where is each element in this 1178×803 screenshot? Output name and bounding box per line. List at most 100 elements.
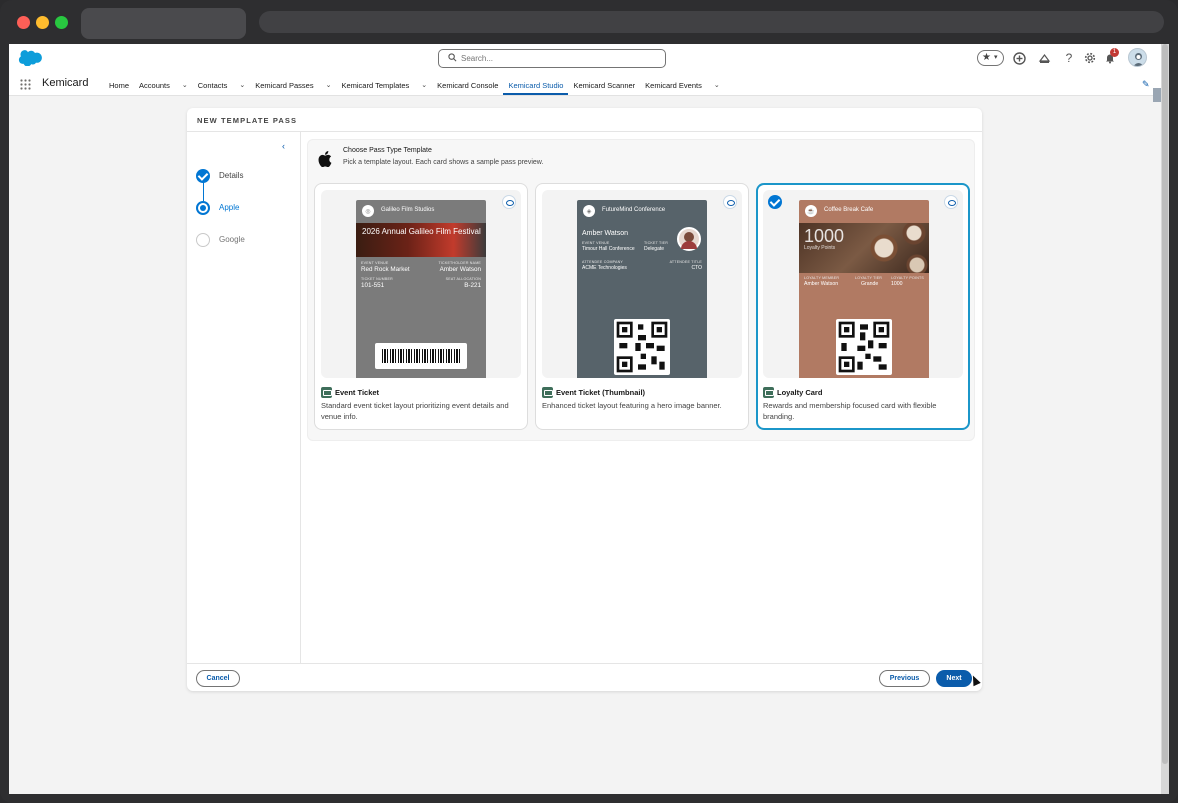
maximize-window-button[interactable] [55, 16, 68, 29]
field-value: Grande [861, 281, 879, 287]
field-value: Amber Watson [804, 281, 839, 287]
qr-code-icon [836, 319, 892, 375]
nav-item-kemicard-studio[interactable]: Kemicard Studio [503, 75, 569, 95]
field-value: Amber Watson [439, 266, 481, 273]
step-google[interactable]: Google [219, 235, 245, 244]
field-label: EVENT VENUE [361, 261, 389, 265]
notification-badge: 1 [1110, 48, 1119, 57]
field-value: Delegate [644, 246, 665, 252]
hero-text: 2026 Annual Galileo Film Festival [362, 227, 481, 236]
nav-item-home[interactable]: Home [104, 75, 134, 95]
chevron-down-icon[interactable]: ⌄ [182, 81, 188, 89]
card-name: Event Ticket (Thumbnail) [556, 388, 646, 397]
nav-item-kemicard-events[interactable]: Kemicard Events ⌄ [640, 75, 725, 95]
search-input[interactable] [461, 52, 651, 65]
nav-item-kemicard-templates[interactable]: Kemicard Templates ⌄ [336, 75, 432, 95]
sample-pass: ◎ Galileo Film Studios 2026 Annual Galil… [356, 200, 486, 378]
card-title: Loyalty Card [763, 387, 822, 398]
field-label: ATTENDEE COMPANY [582, 260, 624, 264]
attendee-photo [677, 227, 701, 251]
pass-org: Coffee Break Cafe [824, 207, 874, 213]
browser-tab[interactable] [81, 8, 246, 39]
field-value: B-221 [464, 282, 481, 289]
cafe-cup-icon: ☕ [805, 205, 817, 217]
pass-preview: ☕ Coffee Break Cafe 1000 Loyalty Points … [763, 190, 963, 378]
step-apple[interactable]: Apple [219, 203, 239, 212]
nav-label: Contacts [197, 80, 228, 90]
field-value: 1000 [891, 281, 903, 287]
favorites-button[interactable]: ★ ▾ [977, 50, 1004, 66]
add-icon[interactable] [1011, 50, 1027, 66]
card-description: Standard event ticket layout prioritizin… [321, 401, 509, 421]
field-label: LOYALTY POINTS [891, 276, 924, 280]
field-label: TICKETHOLDER NAME [438, 261, 481, 265]
nav-label: Kemicard Console [437, 80, 499, 90]
browser-titlebar [0, 0, 1178, 44]
chevron-down-icon[interactable]: ⌄ [421, 81, 427, 89]
qr-code-icon [614, 319, 670, 375]
step-details[interactable]: Details [219, 171, 243, 180]
address-bar[interactable] [259, 11, 1164, 33]
minimize-window-button[interactable] [36, 16, 49, 29]
app-launcher-icon[interactable] [20, 79, 31, 90]
previous-button[interactable]: Previous [879, 670, 930, 687]
nav-label: Kemicard Studio [508, 80, 564, 90]
step-complete-check-icon [196, 169, 210, 183]
barcode-icon [375, 343, 467, 369]
nav-item-accounts[interactable]: Accounts ⌄ [134, 75, 193, 95]
utility-tab[interactable] [1153, 88, 1161, 102]
progress-steps: ‹ Details Apple Google [187, 132, 301, 663]
nav-label: Accounts [139, 80, 170, 90]
pass-preview: ◎ Galileo Film Studios 2026 Annual Galil… [321, 190, 521, 378]
new-template-pass-modal: NEW TEMPLATE PASS ‹ Details Apple Google… [187, 108, 982, 691]
holder-name: Amber Watson [582, 230, 629, 237]
preview-eye-icon[interactable] [723, 195, 737, 209]
trailhead-icon[interactable] [1036, 50, 1052, 66]
preview-eye-icon[interactable] [502, 195, 516, 209]
browser-window: ★ ▾ ? 1 [0, 0, 1178, 803]
edit-nav-icon[interactable]: ✎ [1142, 79, 1150, 90]
field-label: EVENT VENUE [582, 241, 610, 245]
chevron-down-icon[interactable]: ⌄ [714, 81, 720, 89]
card-title: Event Ticket [321, 387, 379, 398]
field-label: SEAT ALLOCATION [445, 277, 481, 281]
next-button[interactable]: Next [936, 670, 972, 687]
nav-label: Kemicard Events [645, 80, 702, 90]
cancel-button[interactable]: Cancel [196, 670, 240, 687]
nav-item-contacts[interactable]: Contacts ⌄ [193, 75, 250, 95]
field-label: ATTENDEE TITLE [669, 260, 702, 264]
avatar[interactable] [1128, 48, 1147, 67]
salesforce-logo-icon[interactable] [18, 50, 42, 66]
nav-item-kemicard-passes[interactable]: Kemicard Passes ⌄ [250, 75, 336, 95]
points-value: 1000 [804, 226, 845, 246]
scrollbar-thumb[interactable] [1162, 44, 1168, 764]
pass-notch [410, 190, 432, 196]
divider [187, 131, 982, 132]
card-name: Loyalty Card [777, 388, 823, 397]
close-window-button[interactable] [17, 16, 30, 29]
card-name: Event Ticket [335, 388, 380, 397]
template-card-event-ticket[interactable]: ◎ Galileo Film Studios 2026 Annual Galil… [314, 183, 528, 430]
chevron-down-icon[interactable]: ⌄ [326, 81, 332, 89]
global-search[interactable] [438, 49, 666, 68]
pass-preview: ◈ FutureMind Conference Amber Watson EVE… [542, 190, 742, 378]
chevron-down-icon[interactable]: ⌄ [239, 81, 245, 89]
field-value: Timour Hall Conference [582, 246, 635, 252]
preview-eye-icon[interactable] [944, 195, 958, 209]
points-label: Loyalty Points [804, 245, 836, 251]
pass-notch [853, 190, 875, 196]
global-header: ★ ▾ ? 1 [9, 44, 1161, 96]
gear-icon[interactable] [1082, 50, 1098, 66]
nav-label: Kemicard Templates [341, 80, 410, 90]
nav-item-kemicard-console[interactable]: Kemicard Console [432, 75, 503, 95]
star-icon: ★ [982, 52, 991, 63]
field-label: TICKET TIER [644, 241, 669, 245]
collapse-chevron-left-icon[interactable]: ‹ [282, 141, 285, 151]
pass-notch [631, 190, 653, 196]
section-title: Choose Pass Type Template [343, 147, 432, 154]
template-card-loyalty-card[interactable]: ☕ Coffee Break Cafe 1000 Loyalty Points … [756, 183, 970, 430]
help-icon[interactable]: ? [1061, 50, 1077, 66]
template-card-event-ticket-thumbnail[interactable]: ◈ FutureMind Conference Amber Watson EVE… [535, 183, 749, 430]
field-label: TICKET NUMBER [361, 277, 393, 281]
nav-item-kemicard-scanner[interactable]: Kemicard Scanner [568, 75, 640, 95]
